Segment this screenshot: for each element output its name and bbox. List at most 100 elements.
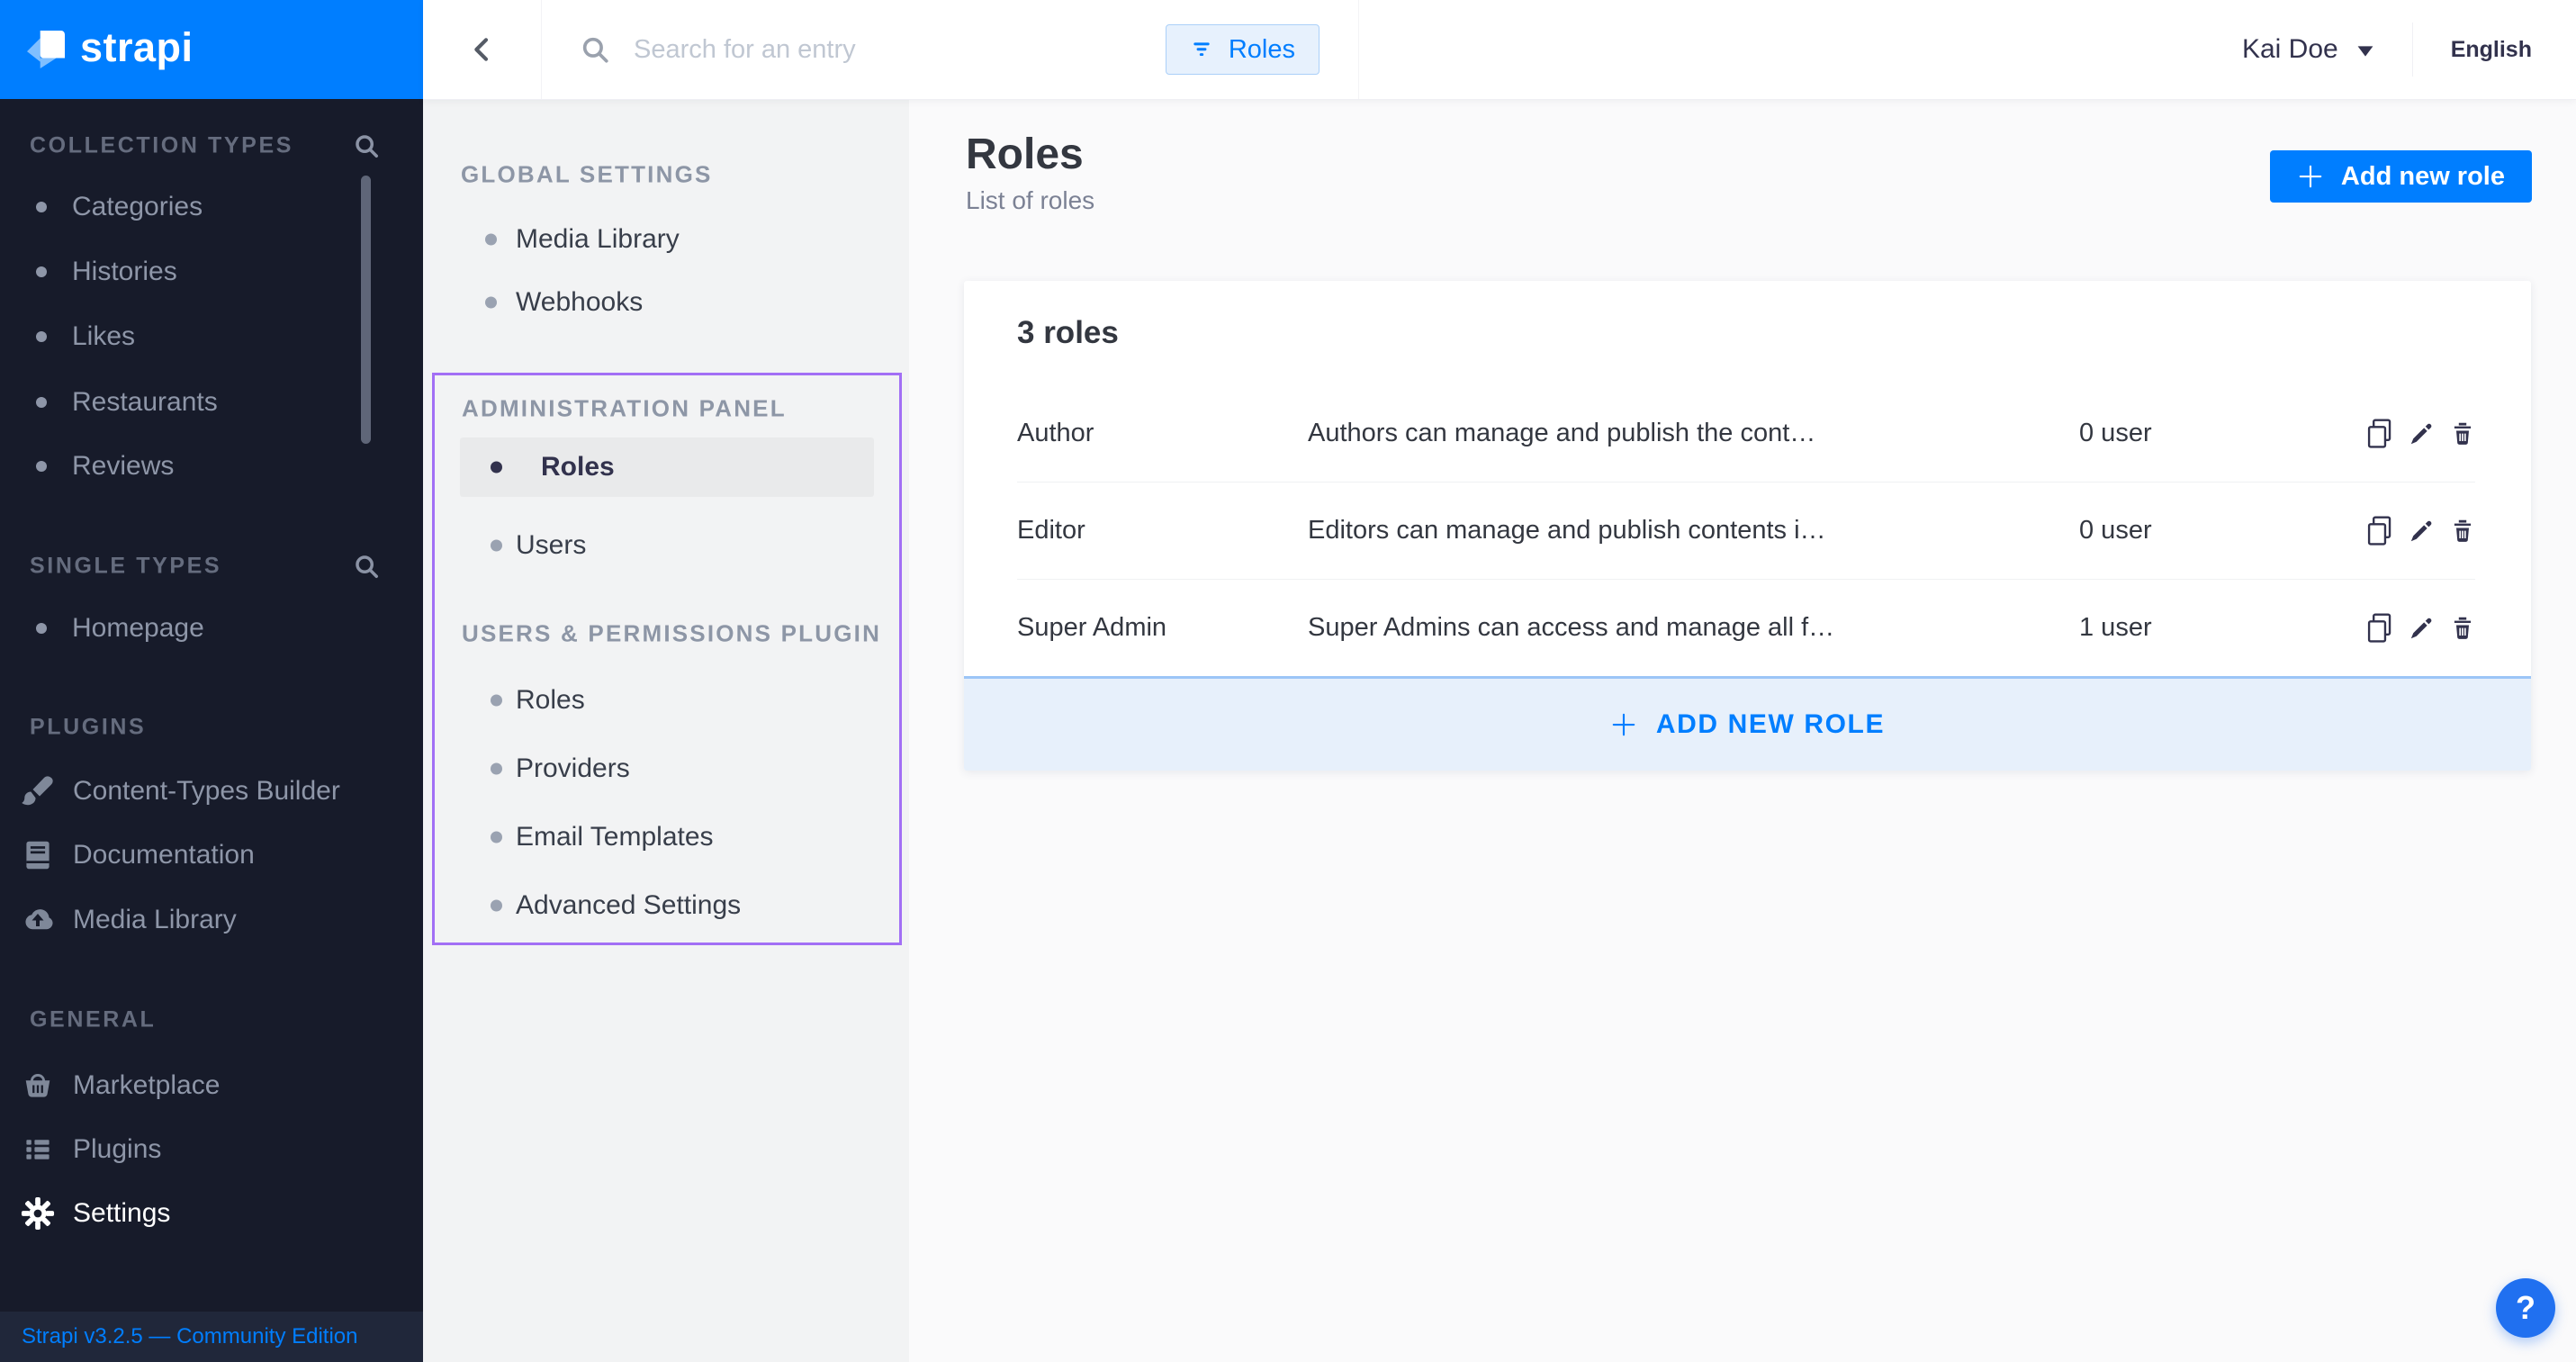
bullet-icon — [491, 695, 502, 707]
sidebar-item-categories[interactable]: Categories — [0, 179, 423, 235]
settings-item-email-templates[interactable]: Email Templates — [435, 808, 899, 866]
bullet-icon — [491, 900, 502, 912]
roles-count: 3 roles — [964, 281, 2531, 385]
table-row-author[interactable]: Author Authors can manage and publish th… — [964, 385, 2531, 482]
back-button[interactable] — [423, 0, 542, 99]
role-name: Super Admin — [1017, 613, 1308, 643]
plus-icon — [1610, 711, 1637, 738]
section-plugins: PLUGINS — [30, 715, 146, 741]
strapi-logo[interactable]: strapi — [0, 0, 423, 99]
single-types-search-icon[interactable] — [353, 553, 380, 580]
strapi-logo-icon — [27, 31, 65, 68]
page-subtitle: List of roles — [966, 186, 1094, 215]
settings-item-media-library[interactable]: Media Library — [423, 211, 909, 268]
footer-button-label: ADD NEW ROLE — [1656, 709, 1885, 740]
section-single-types: SINGLE TYPES — [30, 554, 221, 580]
duplicate-icon[interactable] — [2364, 513, 2395, 549]
sidebar-item-reviews[interactable]: Reviews — [0, 438, 423, 494]
add-new-role-label: Add new role — [2341, 162, 2505, 192]
add-new-role-button[interactable]: Add new role — [2270, 150, 2532, 203]
strapi-admin-app: strapi Search for an entry Roles — [0, 0, 2576, 1362]
topbar-right: Kai Doe English — [2242, 0, 2576, 99]
edit-icon[interactable] — [2406, 610, 2436, 646]
question-mark-icon: ? — [2516, 1289, 2535, 1327]
add-new-role-footer-button[interactable]: ADD NEW ROLE — [964, 676, 2531, 771]
sidebar-item-marketplace[interactable]: Marketplace — [0, 1058, 423, 1114]
sidebar-item-plugins[interactable]: Plugins — [0, 1122, 423, 1177]
help-button[interactable]: ? — [2496, 1278, 2555, 1338]
bullet-icon — [36, 461, 47, 472]
row-actions — [2364, 610, 2478, 646]
collection-types-search-icon[interactable] — [353, 132, 380, 159]
role-description: Super Admins can access and manage all f… — [1308, 613, 2079, 643]
highlight-box: ADMINISTRATION PANEL Roles Users USERS &… — [432, 373, 902, 945]
settings-item-webhooks[interactable]: Webhooks — [423, 274, 909, 331]
bullet-icon — [36, 331, 47, 342]
sidebar-scrollbar[interactable] — [361, 176, 371, 444]
settings-item-roles-active[interactable]: Roles — [460, 437, 874, 497]
sidebar-item-content-types-builder[interactable]: Content-Types Builder — [0, 763, 423, 819]
edit-icon[interactable] — [2406, 513, 2436, 549]
row-actions — [2364, 513, 2478, 549]
delete-icon[interactable] — [2447, 610, 2478, 646]
bullet-icon — [491, 540, 502, 552]
sidebar-item-likes[interactable]: Likes — [0, 309, 423, 365]
section-administration-panel: ADMINISTRATION PANEL — [462, 395, 787, 423]
bullet-icon — [36, 623, 47, 634]
role-name: Author — [1017, 419, 1308, 448]
search-input[interactable]: Search for an entry — [634, 35, 1166, 65]
settings-item-advanced-settings[interactable]: Advanced Settings — [435, 877, 899, 934]
list-icon — [20, 1132, 56, 1168]
book-icon — [20, 837, 56, 873]
bullet-icon — [485, 234, 497, 246]
language-select[interactable]: English — [2412, 23, 2532, 77]
language-label: English — [2451, 37, 2532, 63]
sidebar-item-settings[interactable]: Settings — [0, 1186, 423, 1241]
bullet-icon — [491, 832, 502, 843]
roles-table-card: 3 roles Author Authors can manage and pu… — [964, 281, 2531, 771]
caret-down-icon — [2356, 45, 2374, 58]
main-sidebar: COLLECTION TYPES Categories Histories Li… — [0, 99, 423, 1362]
settings-item-providers[interactable]: Providers — [435, 740, 899, 798]
user-menu[interactable]: Kai Doe — [2242, 23, 2412, 77]
sidebar-item-restaurants[interactable]: Restaurants — [0, 374, 423, 430]
bullet-icon — [491, 462, 502, 474]
bullet-icon — [36, 397, 47, 408]
topbar: Search for an entry Roles Kai Doe Englis… — [423, 0, 2576, 99]
gear-icon — [20, 1195, 56, 1231]
duplicate-icon[interactable] — [2364, 610, 2395, 646]
search-filter-chip[interactable]: Roles — [1166, 24, 1320, 75]
delete-icon[interactable] — [2447, 416, 2478, 452]
table-row-super-admin[interactable]: Super Admin Super Admins can access and … — [964, 580, 2531, 676]
bullet-icon — [491, 763, 502, 775]
strapi-logo-text: strapi — [80, 27, 194, 73]
role-user-count: 0 user — [2079, 419, 2364, 448]
sidebar-footer: Strapi v3.2.5 — Community Edition — [0, 1312, 423, 1362]
search-icon — [580, 34, 610, 65]
row-actions — [2364, 416, 2478, 452]
section-collection-types: COLLECTION TYPES — [30, 133, 293, 159]
table-row-editor[interactable]: Editor Editors can manage and publish co… — [964, 483, 2531, 579]
delete-icon[interactable] — [2447, 513, 2478, 549]
brush-icon — [20, 773, 56, 809]
sidebar-item-documentation[interactable]: Documentation — [0, 827, 423, 883]
sidebar-item-homepage[interactable]: Homepage — [0, 600, 423, 656]
page-title: Roles — [966, 130, 1094, 179]
settings-item-users[interactable]: Users — [435, 517, 899, 574]
filter-chip-label: Roles — [1229, 35, 1295, 65]
main-content: Roles List of roles Add new role 3 roles… — [909, 99, 2576, 1362]
version-link[interactable]: Strapi v3.2.5 — Community Edition — [22, 1324, 358, 1349]
role-user-count: 1 user — [2079, 613, 2364, 643]
basket-icon — [20, 1068, 56, 1104]
section-users-permissions: USERS & PERMISSIONS PLUGIN — [462, 620, 881, 648]
duplicate-icon[interactable] — [2364, 416, 2395, 452]
user-name: Kai Doe — [2242, 34, 2338, 65]
section-general: GENERAL — [30, 1007, 156, 1033]
plus-icon — [2297, 163, 2324, 190]
sidebar-item-histories[interactable]: Histories — [0, 244, 423, 300]
sidebar-item-media-library[interactable]: Media Library — [0, 892, 423, 948]
bullet-icon — [36, 202, 47, 212]
settings-item-up-roles[interactable]: Roles — [435, 672, 899, 729]
edit-icon[interactable] — [2406, 416, 2436, 452]
page-header: Roles List of roles — [966, 130, 1094, 215]
